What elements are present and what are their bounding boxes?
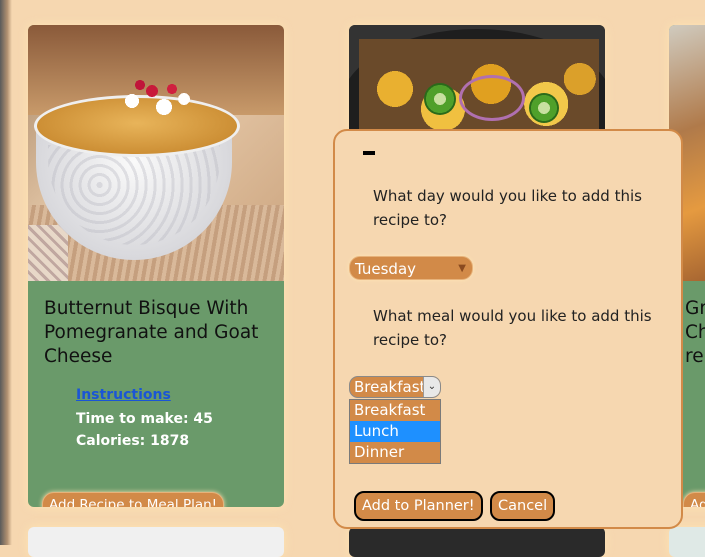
recipe-title: Gr Ch re [685, 298, 705, 367]
meal-option-lunch[interactable]: Lunch [350, 421, 440, 442]
day-select[interactable]: Tuesday ▼ [349, 256, 473, 280]
meal-dropdown-list: Breakfast Lunch Dinner [349, 399, 441, 464]
add-to-meal-plan-button[interactable]: Ad [683, 492, 705, 507]
time-to-make: Time to make: 45 [76, 411, 213, 427]
chevron-down-icon: ⌄ [423, 377, 440, 397]
left-edge-shadow [0, 0, 12, 545]
add-to-planner-modal: What day would you like to add this reci… [333, 129, 683, 529]
close-button[interactable] [363, 151, 375, 155]
add-to-meal-plan-button[interactable]: Add Recipe to Meal Plan! [42, 492, 225, 507]
meal-question: What meal would you like to add this rec… [373, 307, 652, 349]
chevron-down-icon: ▼ [458, 263, 466, 274]
meal-select-value: Breakfast [354, 378, 426, 396]
meal-option-dinner[interactable]: Dinner [350, 442, 440, 463]
recipe-card: Butternut Bisque With Pomegranate and Go… [28, 25, 284, 507]
day-select-value: Tuesday [355, 260, 417, 278]
recipe-card [28, 527, 284, 557]
meal-select[interactable]: Breakfast ⌄ [349, 376, 441, 398]
recipe-image [349, 25, 605, 135]
day-question: What day would you like to add this reci… [373, 187, 642, 229]
recipe-card [349, 527, 605, 557]
recipe-card-body: Butternut Bisque With Pomegranate and Go… [28, 281, 284, 507]
cancel-button[interactable]: Cancel [490, 491, 556, 521]
calories: Calories: 1878 [76, 433, 190, 449]
recipe-card [669, 527, 705, 557]
add-to-planner-button[interactable]: Add to Planner! [354, 491, 483, 521]
instructions-link[interactable]: Instructions [76, 387, 171, 403]
meal-option-breakfast[interactable]: Breakfast [350, 400, 440, 421]
recipe-image [28, 25, 284, 281]
recipe-card [349, 25, 605, 135]
recipe-title: Butternut Bisque With Pomegranate and Go… [44, 298, 259, 367]
